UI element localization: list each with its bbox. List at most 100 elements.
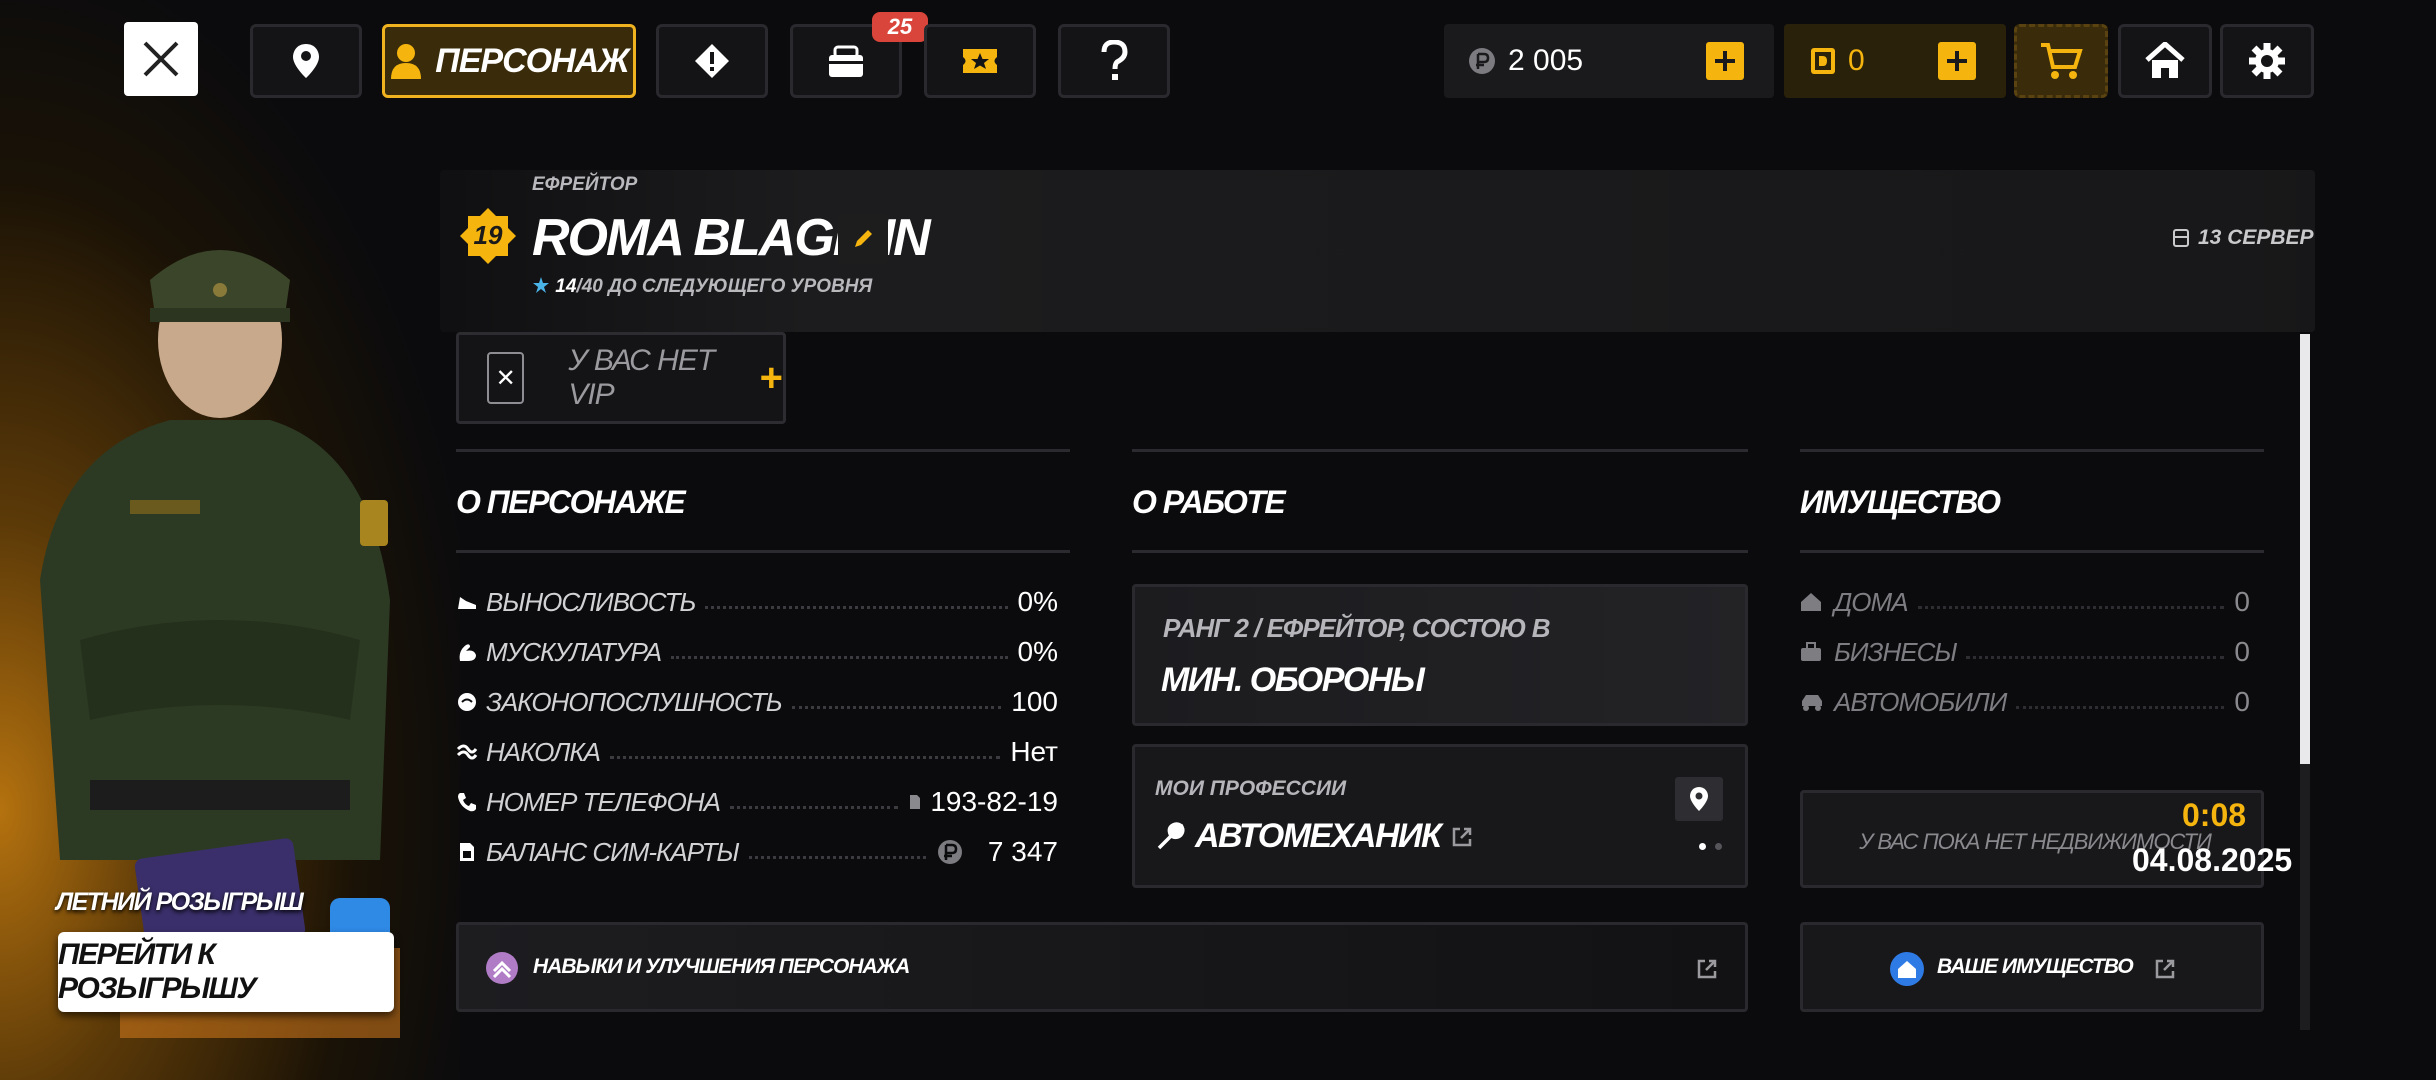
plus-icon [1947, 51, 1967, 71]
level-value: 19 [473, 220, 503, 250]
stat-law-abiding: ЗАКОНОПОСЛУШНОСТЬ 100 [456, 682, 1058, 722]
property-title: ИМУЩЕСТВО [1800, 484, 2001, 520]
character-model-image [40, 250, 390, 860]
close-icon [143, 41, 179, 77]
clock-time: 0:08 [2182, 797, 2247, 833]
gear-icon [2249, 43, 2285, 79]
job-rank-line: РАНГ 2 / ЕФРЕЙТОР, СОСТОЮ В [1163, 613, 1551, 643]
briefcase-icon [1801, 642, 1821, 661]
upgrade-arrows-icon [486, 952, 518, 984]
promo-title: ЛЕТНИЙ РОЗЫГРЫШ [56, 888, 304, 916]
xp-current: 14 [555, 276, 577, 297]
profession-location-button[interactable] [1675, 777, 1723, 821]
reports-button[interactable] [656, 24, 768, 98]
ruble-coin-icon [1469, 48, 1495, 74]
skills-upgrades-button[interactable]: НАВЫКИ И УЛУЧШЕНИЯ ПЕРСОНАЖА [456, 922, 1748, 1012]
professions-title: МОИ ПРОФЕССИИ [1155, 777, 1347, 800]
profession-item[interactable]: АВТОМЕХАНИК [1155, 817, 1474, 856]
house-icon [2145, 42, 2185, 78]
divider [456, 449, 1070, 452]
muscle-icon [459, 644, 476, 661]
professions-card[interactable]: МОИ ПРОФЕССИИ АВТОМЕХАНИК [1132, 744, 1748, 888]
warning-icon [695, 44, 729, 78]
shoe-icon [458, 597, 476, 609]
help-button[interactable] [1058, 24, 1170, 98]
wrench-icon [1157, 821, 1185, 849]
location-pin-icon [293, 44, 319, 78]
server-label: 13 СЕРВЕР [2172, 226, 2314, 250]
your-property-button[interactable]: ВАШЕ ИМУЩЕСТВО [1800, 922, 2264, 1012]
gift-icon [829, 45, 863, 77]
car-icon [1802, 695, 1822, 711]
property-cars: АВТОМОБИЛИ 0 [1800, 682, 2250, 722]
gifts-count-badge: 25 [872, 12, 928, 42]
add-donate-button[interactable] [1938, 42, 1976, 80]
shop-button[interactable] [2014, 24, 2108, 98]
property-houses: ДОМА 0 [1800, 582, 2250, 622]
divider [1800, 449, 2264, 452]
tab-character-label: ПЕРСОНАЖ [435, 41, 629, 80]
stat-tattoo: НАКОЛКА Нет [456, 732, 1058, 772]
divider [456, 550, 1070, 553]
vip-status-box[interactable]: ✕ У ВАС НЕТ VIP + [456, 332, 786, 424]
property-button-label: ВАШЕ ИМУЩЕСТВО [1937, 955, 2134, 978]
go-to-giveaway-button[interactable]: ПЕРЕЙТИ К РОЗЫГРЫШУ [58, 932, 394, 1012]
server-icon [2173, 229, 2189, 247]
stat-phone-number: НОМЕР ТЕЛЕФОНА 193-82-19 [456, 782, 1058, 822]
no-vip-icon: ✕ [487, 352, 525, 404]
job-organization: МИН. ОБОРОНЫ [1161, 661, 1425, 699]
house-circle-icon [1890, 952, 1924, 986]
pencil-icon [855, 230, 872, 247]
scrollbar-thumb[interactable] [2300, 334, 2310, 764]
xp-progress-text: 14/40 ДО СЛЕДУЮЩЕГО УРОВНЯ [532, 276, 872, 298]
rubles-value: 2 005 [1508, 44, 1584, 77]
close-button[interactable] [124, 22, 198, 96]
property-businesses: БИЗНЕСЫ 0 [1800, 632, 2250, 672]
external-link-icon [2155, 959, 2175, 979]
edit-name-button[interactable] [838, 214, 888, 264]
add-rubles-button[interactable] [1706, 42, 1744, 80]
map-button[interactable] [250, 24, 362, 98]
handshake-icon [458, 693, 476, 711]
ruble-coin-icon [937, 840, 962, 864]
tattoo-icon [456, 744, 478, 760]
donate-value: 0 [1848, 44, 1865, 77]
skills-button-label: НАВЫКИ И УЛУЧШЕНИЯ ПЕРСОНАЖА [533, 955, 910, 978]
divider [1132, 550, 1748, 553]
location-pin-icon [1690, 787, 1708, 811]
plus-icon [1715, 51, 1735, 71]
rank-label: ЕФРЕЙТОР [532, 174, 638, 195]
xp-rest: /40 ДО СЛЕДУЮЩЕГО УРОВНЯ [576, 276, 873, 297]
job-card: РАНГ 2 / ЕФРЕЙТОР, СОСТОЮ В МИН. ОБОРОНЫ [1132, 584, 1748, 726]
level-badge: 19 [458, 206, 518, 266]
sim-card-icon [460, 843, 474, 861]
profession-name: АВТОМЕХАНИК [1195, 817, 1442, 855]
buy-vip-plus-icon[interactable]: + [760, 356, 783, 401]
home-button[interactable] [2118, 24, 2212, 98]
pager-dot [1715, 843, 1722, 850]
cart-icon [2041, 43, 2083, 79]
stat-muscles: МУСКУЛАТУРА 0% [456, 632, 1058, 672]
person-icon [391, 44, 422, 79]
sim-icon [910, 795, 921, 809]
server-text: 13 СЕРВЕР [2198, 226, 2314, 249]
house-icon [1801, 593, 1821, 611]
work-title: О РАБОТЕ [1132, 484, 1286, 520]
stat-sim-balance: БАЛАНС СИМ-КАРТЫ 7 347 [456, 832, 1058, 872]
xp-star-icon [533, 277, 549, 293]
settings-button[interactable] [2220, 24, 2314, 98]
about-title: О ПЕРСОНАЖЕ [456, 484, 686, 520]
stat-stamina: ВЫНОСЛИВОСТЬ 0% [456, 582, 1058, 622]
external-link-icon [1697, 959, 1717, 979]
divider [1132, 449, 1748, 452]
phone-icon [458, 793, 476, 812]
clock-date: 04.08.2025 [2132, 842, 2293, 878]
question-icon [1101, 40, 1128, 80]
external-link-icon [1453, 827, 1472, 846]
vip-text: У ВАС НЕТ VIP [568, 344, 715, 411]
tab-character[interactable]: ПЕРСОНАЖ [382, 24, 636, 98]
rewards-button[interactable] [924, 24, 1036, 98]
pager-dot-active [1699, 843, 1706, 850]
donate-coin-icon [1811, 48, 1835, 74]
divider [1800, 550, 2264, 553]
